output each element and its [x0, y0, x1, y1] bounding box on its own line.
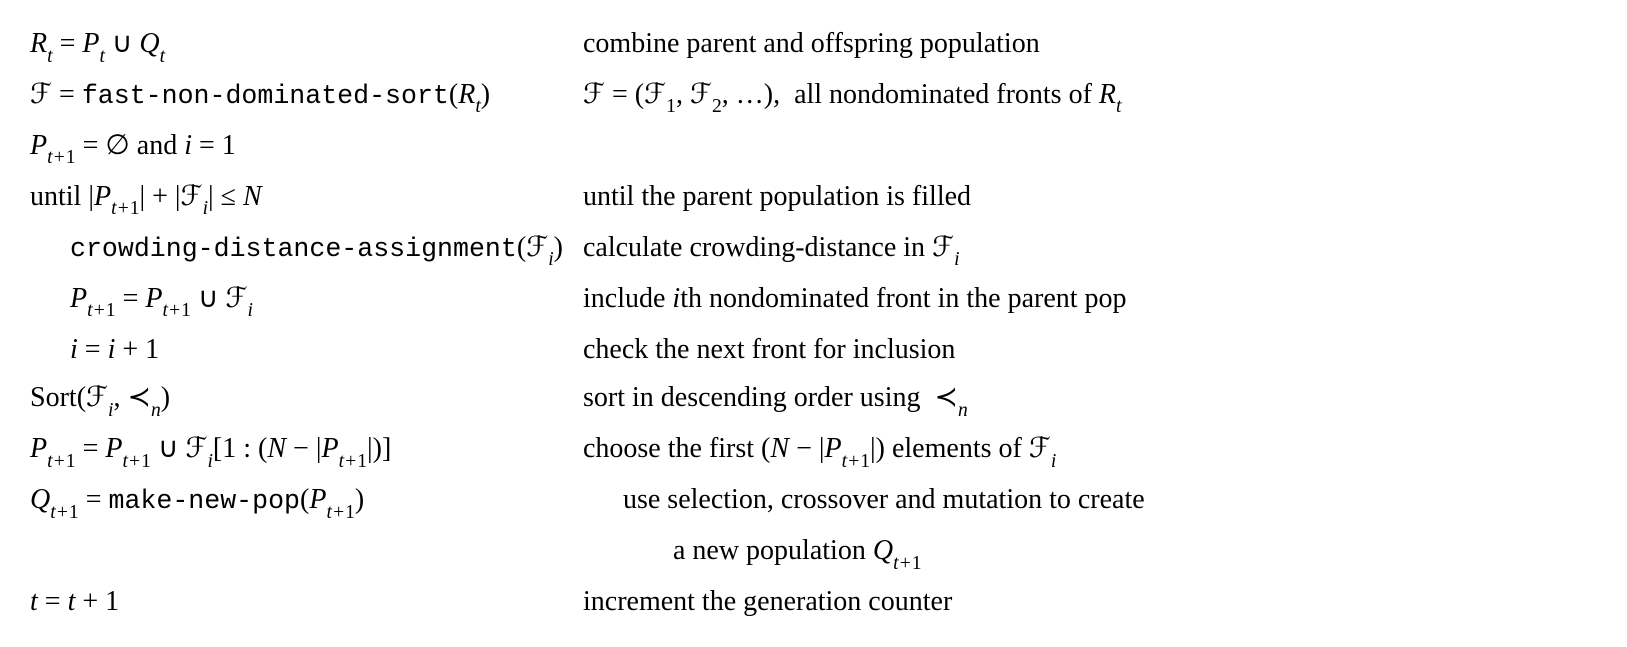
algo-comment-cell: a new population Qt+1 — [583, 527, 1597, 578]
algo-code-cell — [30, 527, 583, 578]
algo-code-cell: Pt+1 = ∅ and i = 1 — [30, 122, 583, 173]
algo-comment-cell: until the parent population is filled — [583, 173, 1597, 224]
algo-code-cell: Rt = Pt ∪ Qt — [30, 20, 583, 71]
algo-comment-cell: combine parent and offspring population — [583, 20, 1597, 71]
algo-row: Sort(ℱi, ≺n)sort in descending order usi… — [30, 374, 1597, 425]
algo-comment-cell: use selection, crossover and mutation to… — [583, 476, 1597, 527]
algo-code-cell: Qt+1 = make-new-pop(Pt+1) — [30, 476, 583, 527]
algo-code-cell: crowding-distance-assignment(ℱi) — [30, 224, 583, 275]
algo-row: a new population Qt+1 — [30, 527, 1597, 578]
algo-code-cell: i = i + 1 — [30, 326, 583, 375]
algo-row: Pt+1 = Pt+1 ∪ ℱiinclude ith nondominated… — [30, 275, 1597, 326]
algo-code-cell: Pt+1 = Pt+1 ∪ ℱi[1 : (N − |Pt+1|)] — [30, 425, 583, 476]
algo-code-cell: t = t + 1 — [30, 578, 583, 627]
algo-row: Pt+1 = Pt+1 ∪ ℱi[1 : (N − |Pt+1|)]choose… — [30, 425, 1597, 476]
algo-comment-cell: check the next front for inclusion — [583, 326, 1597, 375]
algo-row: t = t + 1increment the generation counte… — [30, 578, 1597, 627]
algo-comment-cell: include ith nondominated front in the pa… — [583, 275, 1597, 326]
algo-comment-cell: sort in descending order using ≺n — [583, 374, 1597, 425]
algo-row: Qt+1 = make-new-pop(Pt+1)use selection, … — [30, 476, 1597, 527]
algo-code-cell: Pt+1 = Pt+1 ∪ ℱi — [30, 275, 583, 326]
algo-row: Pt+1 = ∅ and i = 1 — [30, 122, 1597, 173]
algo-code-cell: until |Pt+1| + |ℱi| ≤ N — [30, 173, 583, 224]
algo-row: ℱ = fast-non-dominated-sort(Rt)ℱ = (ℱ1, … — [30, 71, 1597, 122]
algo-code-cell: ℱ = fast-non-dominated-sort(Rt) — [30, 71, 583, 122]
algo-row: i = i + 1check the next front for inclus… — [30, 326, 1597, 375]
algo-comment-cell: choose the first (N − |Pt+1|) elements o… — [583, 425, 1597, 476]
algo-row: Rt = Pt ∪ Qtcombine parent and offspring… — [30, 20, 1597, 71]
algo-comment-cell — [583, 122, 1597, 173]
algo-comment-cell: calculate crowding-distance in ℱi — [583, 224, 1597, 275]
algorithm-table: Rt = Pt ∪ Qtcombine parent and offspring… — [30, 20, 1597, 627]
algo-code-cell: Sort(ℱi, ≺n) — [30, 374, 583, 425]
algo-comment-cell: ℱ = (ℱ1, ℱ2, …), all nondominated fronts… — [583, 71, 1597, 122]
algo-row: crowding-distance-assignment(ℱi)calculat… — [30, 224, 1597, 275]
algo-comment-cell: increment the generation counter — [583, 578, 1597, 627]
algo-row: until |Pt+1| + |ℱi| ≤ Nuntil the parent … — [30, 173, 1597, 224]
